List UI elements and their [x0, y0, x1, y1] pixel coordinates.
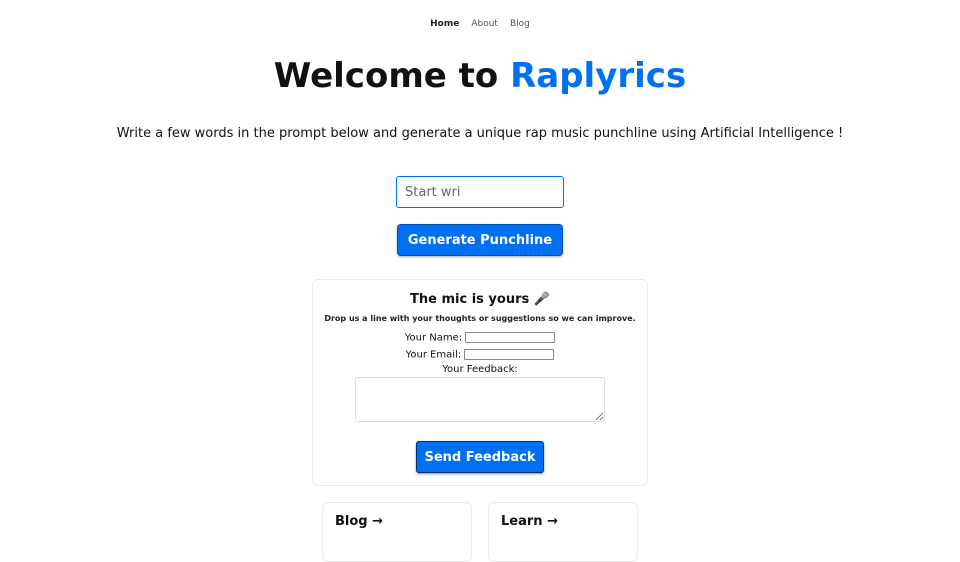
- prompt-input[interactable]: [396, 176, 564, 208]
- top-nav: Home About Blog: [0, 19, 960, 29]
- nav-item-about[interactable]: About: [471, 19, 498, 29]
- name-field[interactable]: [465, 332, 556, 343]
- feedback-label: Your Feedback:: [442, 364, 518, 375]
- feedback-title: The mic is yours 🎤: [410, 292, 550, 307]
- feedback-description: Drop us a line with your thoughts or sug…: [324, 314, 636, 323]
- title-prefix: Welcome to: [273, 56, 511, 96]
- page-description: Write a few words in the prompt below an…: [116, 126, 844, 141]
- feedback-card: The mic is yours 🎤 Drop us a line with y…: [312, 279, 648, 486]
- feedback-textarea[interactable]: [355, 377, 605, 422]
- page-title: Welcome to Raplyrics: [0, 54, 960, 98]
- name-label: Your Name:: [404, 332, 463, 344]
- brand-name: Raplyrics: [510, 56, 687, 96]
- email-row: Your Email:: [313, 348, 647, 362]
- name-row: Your Name:: [313, 332, 647, 345]
- learn-card[interactable]: Learn →: [488, 502, 638, 562]
- send-feedback-button[interactable]: Send Feedback: [416, 441, 544, 473]
- email-field[interactable]: [464, 348, 555, 360]
- email-label: Your Email:: [405, 349, 462, 360]
- generate-punchline-button[interactable]: Generate Punchline: [397, 224, 563, 256]
- nav-item-home[interactable]: Home: [430, 19, 459, 29]
- nav-item-blog[interactable]: Blog: [510, 19, 530, 29]
- blog-card[interactable]: Blog →: [322, 502, 472, 562]
